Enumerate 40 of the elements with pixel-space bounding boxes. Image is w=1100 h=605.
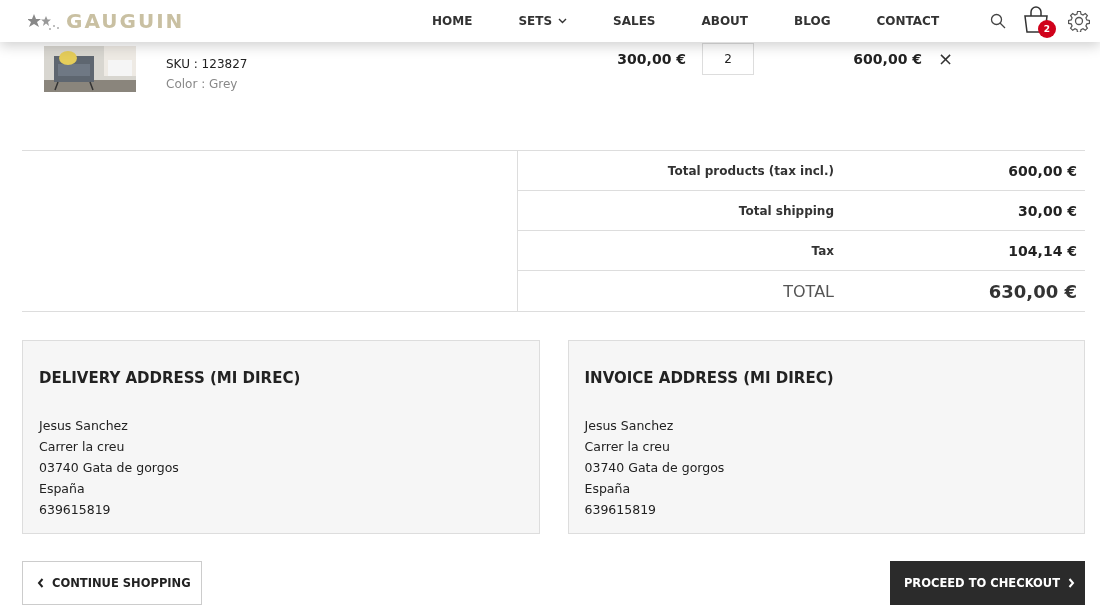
line-total: 600,00 €	[852, 51, 922, 67]
chevron-left-icon	[37, 578, 44, 588]
quantity-field[interactable]: 2	[702, 43, 754, 75]
continue-shopping-button[interactable]: CONTINUE SHOPPING	[22, 561, 202, 605]
cart-count-badge: 2	[1038, 20, 1056, 38]
nav-link[interactable]: ABOUT	[677, 14, 771, 28]
nav-link[interactable]: CONTACT	[852, 14, 962, 28]
address-line: 03740 Gata de gorgos	[584, 459, 726, 477]
nav-link[interactable]: SALES	[589, 14, 678, 28]
address-line: Carrer la creu	[39, 438, 126, 456]
search-icon[interactable]	[990, 13, 1006, 29]
settings-icon[interactable]	[1068, 10, 1090, 32]
total-value: 600,00 €	[1007, 162, 1077, 179]
total-value: 104,14 €	[1007, 242, 1077, 259]
nav-link[interactable]: HOME	[408, 14, 495, 28]
address-title: INVOICE ADDRESS (MI DIREC)	[584, 369, 835, 387]
address-line: Jesus Sanchez	[39, 417, 129, 435]
chevron-down-icon	[558, 18, 568, 24]
sku-text: SKU : 123827	[166, 57, 249, 71]
total-label: TOTAL	[782, 281, 834, 301]
chevron-right-icon	[1068, 578, 1075, 588]
address-line: España	[39, 480, 86, 498]
address-title: DELIVERY ADDRESS (MI DIREC)	[39, 369, 302, 387]
checkout-button[interactable]: PROCEED TO CHECKOUT	[889, 561, 1085, 605]
total-label: Total products (tax incl.)	[666, 163, 834, 178]
unit-price: 300,00 €	[616, 51, 686, 67]
address-line: España	[584, 480, 632, 498]
nav-link[interactable]: SETS	[494, 14, 590, 28]
address-line: 639615819	[584, 501, 658, 519]
address-line: 639615819	[39, 501, 112, 519]
total-label: Total shipping	[737, 203, 834, 218]
color-text: Color : Grey	[166, 77, 239, 91]
total-value: 30,00 €	[1017, 202, 1077, 219]
total-label: Tax	[810, 243, 834, 258]
address-line: 03740 Gata de gorgos	[39, 459, 180, 477]
nav-link[interactable]: BLOG	[770, 14, 853, 28]
total-value: 630,00 €	[987, 280, 1077, 302]
address-line: Carrer la creu	[584, 438, 671, 456]
address-line: Jesus Sanchez	[584, 417, 675, 435]
remove-button[interactable]: ×	[938, 47, 954, 69]
